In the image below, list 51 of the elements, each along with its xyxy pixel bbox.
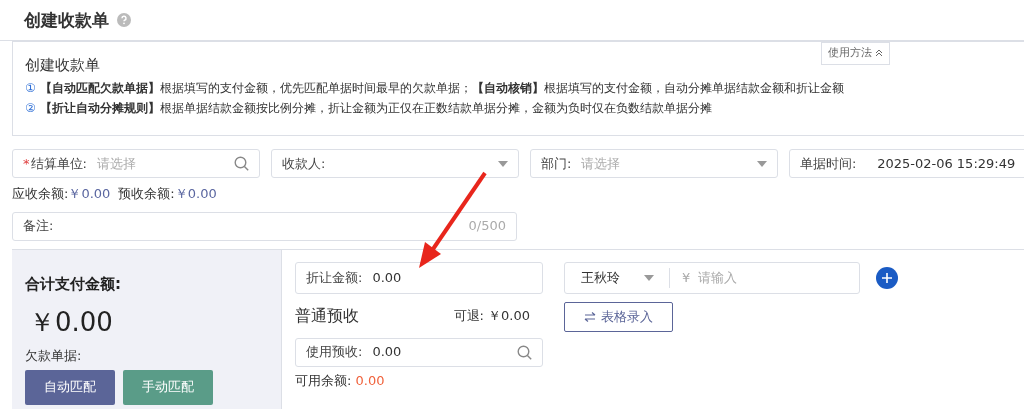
info-text: 【折让自动分摊规则】根据单据结款金额按比例分摊，折让金额为正仅在正数结款单据分摊，金额为负时仅在负数结款单据分摊 bbox=[39, 100, 712, 117]
currency-symbol: ¥ bbox=[682, 268, 691, 287]
required-mark: * bbox=[23, 154, 30, 173]
payer-select[interactable]: 王秋玲 bbox=[565, 267, 670, 288]
placeholder-text: 请选择 bbox=[96, 154, 137, 173]
placeholder-text: 请选择 bbox=[581, 154, 622, 173]
number-icon: ① bbox=[25, 78, 36, 98]
field-label: 使用预收: bbox=[306, 343, 363, 362]
info-title: 创建收款单 bbox=[25, 56, 101, 74]
prepay-field[interactable]: 使用预收: 0.00 bbox=[295, 337, 543, 367]
form-field[interactable]: 单据时间: 2025-02-06 15:29:49 bbox=[789, 149, 1024, 178]
field-value: 0.00 bbox=[372, 268, 402, 287]
available-balance: 可用余额: 0.00 bbox=[295, 371, 386, 390]
balance-text: 预收余额:￥0.00 bbox=[118, 185, 217, 203]
field-value: 0.00 bbox=[372, 343, 403, 362]
form-field[interactable]: 收款人: bbox=[271, 149, 519, 178]
debt-label: 欠款单据: bbox=[25, 347, 83, 365]
dropdown-icon bbox=[498, 160, 508, 167]
total-amount: ￥0.00 bbox=[29, 306, 114, 339]
form-field[interactable]: 部门: 请选择 bbox=[530, 149, 778, 178]
dropdown-icon bbox=[757, 160, 767, 167]
auto-match-button[interactable]: 自动匹配 bbox=[25, 369, 115, 405]
table-entry-button[interactable]: 表格录入 bbox=[564, 301, 673, 332]
usage-toggle-button[interactable]: 使用方法 bbox=[820, 42, 890, 65]
placeholder-text: 请输入 bbox=[698, 268, 738, 287]
number-icon: ② bbox=[25, 98, 36, 118]
info-text: 【自动匹配欠款单据】根据填写的支付金额，优先匹配单据时间最早的欠款单据；【自动核销】根据填写的支付金额，自动分摊单据结款金额和折让金额 bbox=[39, 80, 844, 97]
search-icon bbox=[234, 156, 249, 171]
field-label: 折让金额: bbox=[306, 268, 363, 287]
field-value: 2025-02-06 15:29:49 bbox=[877, 154, 1017, 173]
remark-field[interactable]: 备注: 0/500 bbox=[12, 211, 517, 241]
payment-field[interactable]: 王秋玲 ¥ 请输入 bbox=[564, 261, 860, 294]
field-label: 单据时间: bbox=[800, 154, 857, 173]
swap-icon bbox=[584, 312, 597, 323]
field-label: 部门: bbox=[541, 154, 572, 173]
field-label: 结算单位: bbox=[30, 154, 87, 173]
balance-text: 应收余额:￥0.00 bbox=[12, 185, 111, 203]
section-title: 普通预收 bbox=[295, 304, 359, 327]
search-icon bbox=[517, 344, 532, 360]
total-label: 合计支付金额: bbox=[25, 273, 122, 295]
help-icon bbox=[117, 13, 131, 27]
dropdown-icon bbox=[643, 274, 654, 281]
add-icon[interactable] bbox=[876, 266, 898, 289]
page-title: 创建收款单 bbox=[24, 9, 109, 31]
form-field[interactable]: *结算单位: 请选择 bbox=[12, 149, 260, 178]
field-label: 备注: bbox=[23, 217, 54, 236]
discount-field[interactable]: 折让金额: 0.00 bbox=[295, 261, 543, 294]
refund-text: 可退: ￥0.00 bbox=[453, 306, 530, 325]
character-counter: 0/500 bbox=[468, 217, 506, 236]
field-label: 收款人: bbox=[282, 154, 326, 173]
chevron-up-icon bbox=[875, 49, 883, 57]
